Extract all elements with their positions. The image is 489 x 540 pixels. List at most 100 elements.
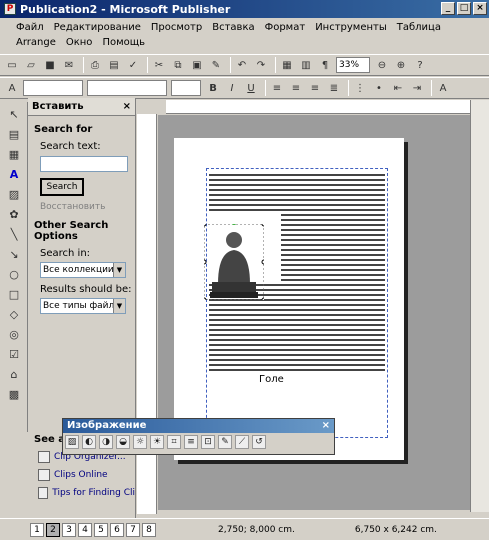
menu-tools[interactable]: Инструменты xyxy=(315,20,387,35)
email-icon[interactable]: ✉ xyxy=(61,57,77,73)
tips-link[interactable]: Tips for Finding Cli xyxy=(38,487,135,499)
maximize-button[interactable]: □ xyxy=(457,2,471,15)
pilcrow-icon[interactable]: ¶ xyxy=(317,57,333,73)
close-icon[interactable]: × xyxy=(322,419,330,433)
chevron-down-icon[interactable]: ▼ xyxy=(113,299,125,313)
more-brightness-icon[interactable]: ☼ xyxy=(133,435,147,449)
color-icon[interactable]: ◐ xyxy=(82,435,96,449)
font-color-icon[interactable]: A xyxy=(435,80,451,96)
web-tools-icon[interactable]: ⌂ xyxy=(6,366,22,382)
page-button[interactable]: 3 xyxy=(62,522,76,537)
italic-icon[interactable]: I xyxy=(224,80,240,96)
zoom-out-icon[interactable]: ⊖ xyxy=(374,57,390,73)
menu-insert[interactable]: Вставка xyxy=(212,20,254,35)
decrease-indent-icon[interactable]: ⇤ xyxy=(390,80,406,96)
menu-help[interactable]: Помощь xyxy=(102,35,145,50)
hot-spot-icon[interactable]: ◎ xyxy=(6,326,22,342)
page[interactable]: Голе xyxy=(174,138,404,460)
buddha-picture[interactable] xyxy=(204,224,264,300)
restore-link[interactable]: Восстановить xyxy=(40,202,135,212)
text-box-icon[interactable]: ▤ xyxy=(6,126,22,142)
page-button[interactable]: 7 xyxy=(126,522,140,537)
table-icon[interactable]: ▦ xyxy=(6,146,22,162)
menu-arrange[interactable]: Arrange xyxy=(16,35,56,50)
page-button[interactable]: 2 xyxy=(46,522,60,537)
cut-icon[interactable]: ✂ xyxy=(151,57,167,73)
align-left-icon[interactable]: ≡ xyxy=(269,80,285,96)
redo-icon[interactable]: ↷ xyxy=(253,57,269,73)
autoshapes-icon[interactable]: ◇ xyxy=(6,306,22,322)
rectangle-icon[interactable]: □ xyxy=(6,286,22,302)
search-in-dropdown[interactable]: Все коллекции ▼ xyxy=(40,262,126,278)
more-contrast-icon[interactable]: ◑ xyxy=(99,435,113,449)
insert-picture-icon[interactable]: ▨ xyxy=(65,435,79,449)
zoom-in-icon[interactable]: ⊕ xyxy=(393,57,409,73)
wordart-icon[interactable]: A xyxy=(6,166,22,182)
arrow-icon[interactable]: ↘ xyxy=(6,246,22,262)
copy-icon[interactable]: ⧉ xyxy=(170,57,186,73)
justify-icon[interactable]: ≣ xyxy=(326,80,342,96)
page-button[interactable]: 6 xyxy=(110,522,124,537)
zoom-combo[interactable]: 33% xyxy=(336,57,370,73)
menu-edit[interactable]: Редактирование xyxy=(54,20,141,35)
horizontal-ruler[interactable] xyxy=(166,100,470,114)
design-gallery-icon[interactable]: ▩ xyxy=(6,386,22,402)
bullets-icon[interactable]: • xyxy=(371,80,387,96)
select-icon[interactable]: ↖ xyxy=(6,106,22,122)
font-combo[interactable] xyxy=(87,80,167,96)
reset-picture-icon[interactable]: ↺ xyxy=(252,435,266,449)
menu-file[interactable]: Файл xyxy=(16,20,44,35)
crop-icon[interactable]: ⌗ xyxy=(167,435,181,449)
numbering-icon[interactable]: ⋮ xyxy=(352,80,368,96)
clips-online-link[interactable]: Clips Online xyxy=(38,469,135,481)
new-icon[interactable]: ▭ xyxy=(4,57,20,73)
less-brightness-icon[interactable]: ☀ xyxy=(150,435,164,449)
results-dropdown[interactable]: Все типы файлов ▼ xyxy=(40,298,126,314)
align-center-icon[interactable]: ≡ xyxy=(288,80,304,96)
page-button[interactable]: 5 xyxy=(94,522,108,537)
page-button[interactable]: 4 xyxy=(78,522,92,537)
line-style-icon[interactable]: ≡ xyxy=(184,435,198,449)
oval-icon[interactable]: ○ xyxy=(6,266,22,282)
spelling-icon[interactable]: ✓ xyxy=(125,57,141,73)
picture-frame-icon[interactable]: ▨ xyxy=(6,186,22,202)
styles-icon[interactable]: A xyxy=(4,80,20,96)
close-button[interactable]: × xyxy=(473,2,487,15)
menu-window[interactable]: Окно xyxy=(66,35,93,50)
line-icon[interactable]: ╲ xyxy=(6,226,22,242)
set-transparent-icon[interactable]: ⟋ xyxy=(235,435,249,449)
format-picture-icon[interactable]: ✎ xyxy=(218,435,232,449)
text-wrapping-icon[interactable]: ⊡ xyxy=(201,435,215,449)
underline-icon[interactable]: U xyxy=(243,80,259,96)
menu-view[interactable]: Просмотр xyxy=(151,20,202,35)
print-preview-icon[interactable]: ▤ xyxy=(106,57,122,73)
menu-table[interactable]: Таблица xyxy=(397,20,441,35)
less-contrast-icon[interactable]: ◒ xyxy=(116,435,130,449)
paste-icon[interactable]: ▣ xyxy=(189,57,205,73)
text-frame[interactable]: Голе xyxy=(206,168,388,438)
insert-table-icon[interactable]: ▦ xyxy=(279,57,295,73)
bold-icon[interactable]: B xyxy=(205,80,221,96)
search-button[interactable]: Search xyxy=(40,178,84,196)
clip-art-icon[interactable]: ✿ xyxy=(6,206,22,222)
form-control-icon[interactable]: ☑ xyxy=(6,346,22,362)
close-icon[interactable]: × xyxy=(123,101,131,112)
vertical-scrollbar[interactable] xyxy=(470,100,489,512)
format-painter-icon[interactable]: ✎ xyxy=(208,57,224,73)
help-icon[interactable]: ? xyxy=(412,57,428,73)
font-size-combo[interactable] xyxy=(171,80,201,96)
menu-format[interactable]: Формат xyxy=(265,20,306,35)
open-icon[interactable]: ▱ xyxy=(23,57,39,73)
search-text-input[interactable] xyxy=(40,156,128,172)
page-button[interactable]: 1 xyxy=(30,522,44,537)
minimize-button[interactable]: _ xyxy=(441,2,455,15)
align-right-icon[interactable]: ≡ xyxy=(307,80,323,96)
print-icon[interactable]: ⎙ xyxy=(87,57,103,73)
save-icon[interactable]: ■ xyxy=(42,57,58,73)
undo-icon[interactable]: ↶ xyxy=(234,57,250,73)
page-button[interactable]: 8 xyxy=(142,522,156,537)
style-combo[interactable] xyxy=(23,80,83,96)
increase-indent-icon[interactable]: ⇥ xyxy=(409,80,425,96)
columns-icon[interactable]: ▥ xyxy=(298,57,314,73)
chevron-down-icon[interactable]: ▼ xyxy=(113,263,125,277)
